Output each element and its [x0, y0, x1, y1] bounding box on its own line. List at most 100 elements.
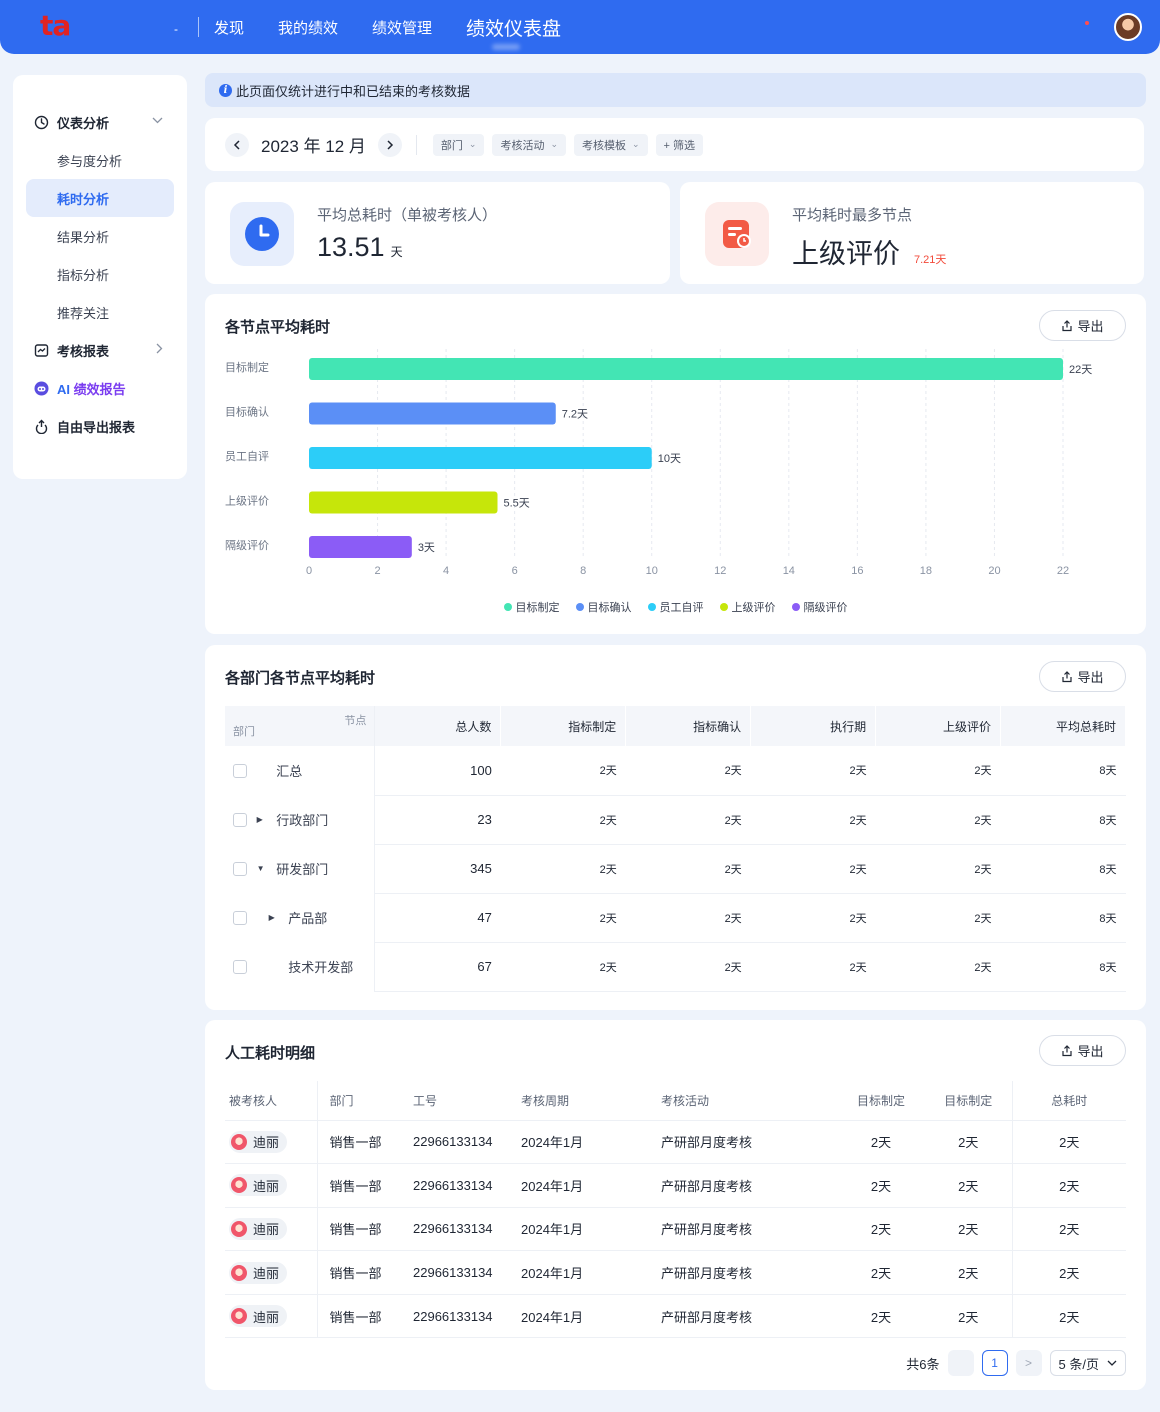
next-page-button[interactable]: > — [1015, 1350, 1042, 1376]
assessee-pill[interactable]: 迪丽 — [229, 1261, 288, 1284]
sidebar-item-free-export[interactable]: 自由导出报表 — [13, 407, 187, 445]
assessee-cell: 迪丽 — [225, 1207, 317, 1252]
department-filter[interactable]: 部门 ⌄ — [432, 133, 485, 156]
table-row[interactable]: ▶ 行政部门 23 2天 2天 2天 2天 8天 — [225, 795, 1126, 845]
table-row[interactable]: 汇总 100 2天 2天 2天 2天 8天 — [225, 746, 1126, 796]
table-cell: 销售一部 — [316, 1120, 409, 1165]
table-cell: 销售一部 — [316, 1163, 409, 1208]
legend-item[interactable]: 目标制定 — [503, 599, 560, 615]
bar-4[interactable] — [309, 491, 498, 514]
table-cell: 2天 — [875, 893, 1001, 943]
assessee-pill[interactable]: 迪丽 — [229, 1217, 288, 1240]
sidebar-group-dashboard[interactable]: 仪表分析 — [13, 103, 187, 141]
table-cell: 2天 — [925, 1294, 1012, 1339]
bar-5[interactable] — [309, 536, 412, 558]
x-tick-label: 10 — [646, 565, 658, 577]
table-row[interactable]: ▼ 研发部门 345 2天 2天 2天 2天 8天 — [225, 844, 1126, 894]
page-size-select[interactable]: 5 条/页 — [1049, 1350, 1126, 1376]
bar-3[interactable] — [309, 447, 652, 469]
legend-item[interactable]: 上级评价 — [719, 599, 776, 615]
y-category-label: 目标确认 — [225, 405, 269, 419]
dept-export-button[interactable]: 导出 — [1039, 661, 1126, 692]
expand-caret-icon[interactable]: ▼ — [257, 864, 267, 873]
column-header[interactable]: 考核活动 — [657, 1081, 837, 1121]
table-row[interactable]: 迪丽 销售一部 22966133134 2024年1月 产研部月度考核 2天 2天 2天 — [225, 1250, 1126, 1295]
column-header[interactable]: 被考核人 — [225, 1081, 317, 1121]
table-cell: 2天 — [1011, 1250, 1126, 1295]
detail-export-button[interactable]: 导出 — [1039, 1035, 1126, 1066]
row-checkbox[interactable] — [233, 959, 247, 974]
column-header[interactable]: 考核周期 — [517, 1081, 657, 1121]
column-header[interactable]: 总耗时 — [1011, 1081, 1126, 1121]
template-filter[interactable]: 考核模板 ⌄ — [574, 133, 648, 156]
sidebar-group-report[interactable]: 考核报表 — [13, 331, 187, 369]
table-row[interactable]: 迪丽 销售一部 22966133134 2024年1月 产研部月度考核 2天 2天 2天 — [225, 1120, 1126, 1165]
table-cell: 2024年1月 — [517, 1294, 657, 1339]
column-header[interactable]: 上级评价 — [875, 706, 1002, 746]
table-row[interactable]: 迪丽 销售一部 22966133134 2024年1月 产研部月度考核 2天 2天 2天 — [225, 1294, 1126, 1339]
sidebar-item-result-analysis[interactable]: 结果分析 — [26, 217, 174, 255]
bar-1[interactable] — [309, 358, 1063, 380]
logo-text: ta — [40, 9, 71, 42]
prev-page-button[interactable]: < — [947, 1350, 974, 1376]
sidebar-item-indicator-analysis[interactable]: 指标分析 — [26, 255, 174, 293]
column-header[interactable]: 总人数 — [374, 706, 502, 746]
legend-label: 目标制定 — [515, 602, 560, 614]
table-cell: 产研部月度考核 — [657, 1163, 837, 1208]
row-checkbox[interactable] — [233, 763, 247, 778]
page-1-button[interactable]: 1 — [981, 1350, 1008, 1376]
column-header[interactable]: 目标制定 — [925, 1081, 1012, 1121]
table-row[interactable]: 技术开发部 67 2天 2天 2天 2天 8天 — [225, 942, 1126, 992]
column-header[interactable]: 指标确认 — [625, 706, 752, 746]
sidebar-item-ai-report[interactable]: AI 绩效报告 — [13, 369, 187, 407]
table-row[interactable]: 迪丽 销售一部 22966133134 2024年1月 产研部月度考核 2天 2天 2天 — [225, 1207, 1126, 1252]
sidebar-item-engagement[interactable]: 参与度分析 — [26, 141, 174, 179]
sidebar-item-time-analysis[interactable]: 耗时分析 — [26, 179, 174, 217]
table-row[interactable]: 迪丽 销售一部 22966133134 2024年1月 产研部月度考核 2天 2天 2天 — [225, 1163, 1126, 1208]
sidebar-item-label: 耗时分析 — [57, 191, 110, 207]
pagination: 共6条 < 1 > 5 条/页 — [906, 1350, 1126, 1376]
avatar — [231, 1220, 247, 1237]
table-cell: 销售一部 — [316, 1207, 409, 1252]
legend-item[interactable]: 员工自评 — [647, 599, 704, 615]
expand-caret-icon[interactable]: ▶ — [257, 815, 267, 824]
nav-item-performance-dashboard[interactable]: 绩效仪表盘 — [466, 14, 561, 41]
next-month-button[interactable] — [377, 132, 402, 157]
prev-month-button[interactable] — [225, 132, 249, 157]
table-cell: 22966133134 — [409, 1163, 517, 1208]
bar-2[interactable] — [309, 402, 556, 425]
assessee-pill[interactable]: 迪丽 — [229, 1174, 288, 1197]
table-cell: 2天 — [500, 942, 626, 992]
expand-caret-icon[interactable]: ▶ — [269, 913, 279, 922]
row-checkbox[interactable] — [233, 812, 247, 827]
activity-filter[interactable]: 考核活动 ⌄ — [492, 133, 566, 156]
user-avatar[interactable] — [1114, 13, 1142, 41]
sidebar-item-recommended[interactable]: 推荐关注 — [26, 293, 174, 331]
table-row[interactable]: ▶ 产品部 47 2天 2天 2天 2天 8天 — [225, 893, 1126, 943]
sidebar-item-label: 参与度分析 — [57, 153, 123, 169]
table-cell: 100 — [374, 746, 501, 796]
y-category-label: 上级评价 — [225, 495, 269, 508]
nav-item-performance-management[interactable]: 绩效管理 — [372, 17, 432, 38]
x-tick-label: 6 — [512, 565, 518, 577]
row-checkbox[interactable] — [233, 861, 247, 876]
column-header[interactable]: 指标制定 — [500, 706, 627, 746]
nav-item-discover[interactable]: 发现 — [214, 17, 244, 38]
column-header[interactable]: 部门 — [316, 1081, 409, 1121]
column-header[interactable]: 目标制定 — [837, 1081, 925, 1121]
legend-item[interactable]: 隔级评价 — [791, 599, 848, 615]
avatar — [231, 1133, 247, 1150]
column-header[interactable]: 工号 — [409, 1081, 517, 1121]
row-checkbox[interactable] — [233, 910, 247, 925]
nav-item-my-performance[interactable]: 我的绩效 — [278, 17, 338, 38]
legend-item[interactable]: 目标确认 — [575, 599, 632, 615]
table-cell: 22966133134 — [409, 1294, 517, 1339]
chevron-down-icon: ⌄ — [468, 139, 477, 149]
column-header[interactable]: 平均总耗时 — [1000, 706, 1126, 746]
add-filter-button[interactable]: + 筛选 — [655, 133, 704, 156]
assessee-pill[interactable]: 迪丽 — [229, 1305, 288, 1328]
column-header[interactable]: 执行期 — [750, 706, 877, 746]
app-logo[interactable]: ta — [40, 10, 80, 42]
assessee-pill[interactable]: 迪丽 — [229, 1130, 288, 1153]
dept-name: 汇总 — [276, 764, 303, 779]
